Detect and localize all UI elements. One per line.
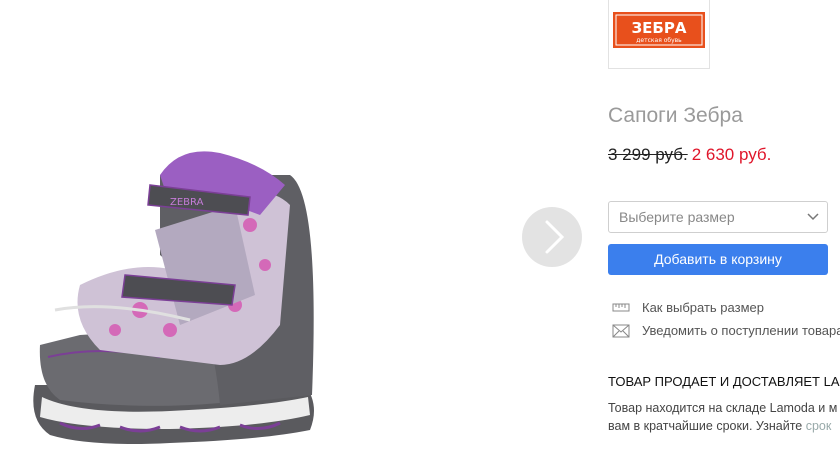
ruler-icon [612, 303, 630, 312]
gallery-next-button[interactable] [522, 207, 582, 267]
sale-price: 2 630 руб. [691, 145, 772, 164]
brand-logo: ЗЕБРА детская обувь [613, 12, 705, 48]
size-select[interactable]: Выберите размер [608, 201, 828, 233]
size-guide-label: Как выбрать размер [642, 300, 764, 315]
delivery-terms-link[interactable]: срок [806, 419, 832, 433]
product-image: ZEBRA [33, 151, 315, 444]
seller-line-2: вам в кратчайшие сроки. Узнайте срок [608, 419, 832, 433]
seller-heading: ТОВАР ПРОДАЕТ И ДОСТАВЛЯЕТ LAMODA [608, 374, 840, 389]
add-to-cart-button[interactable]: Добавить в корзину [608, 244, 828, 275]
seller-line-1: Товар находится на складе Lamoda и м [608, 401, 838, 415]
notify-label: Уведомить о поступлении товара [642, 323, 840, 338]
svg-text:ЗЕБРА: ЗЕБРА [632, 19, 687, 37]
size-select-placeholder: Выберите размер [619, 209, 735, 225]
price-block: 3 299 руб. 2 630 руб. [608, 145, 771, 165]
chevron-right-icon [545, 220, 565, 254]
brand-logo-link[interactable]: ЗЕБРА детская обувь [608, 0, 710, 69]
notify-link[interactable]: Уведомить о поступлении товара [612, 323, 840, 339]
envelope-icon [612, 324, 630, 338]
product-gallery: ZEBRA [0, 0, 600, 459]
boot-brand-label: ZEBRA [170, 197, 204, 208]
seller-description: Товар находится на складе Lamoda и м вам… [608, 399, 840, 435]
size-guide-link[interactable]: Как выбрать размер [612, 300, 840, 316]
svg-text:детская обувь: детская обувь [636, 37, 682, 44]
old-price: 3 299 руб. [608, 145, 688, 164]
chevron-down-icon [807, 213, 819, 221]
product-title: Сапоги Зебра [608, 104, 743, 127]
